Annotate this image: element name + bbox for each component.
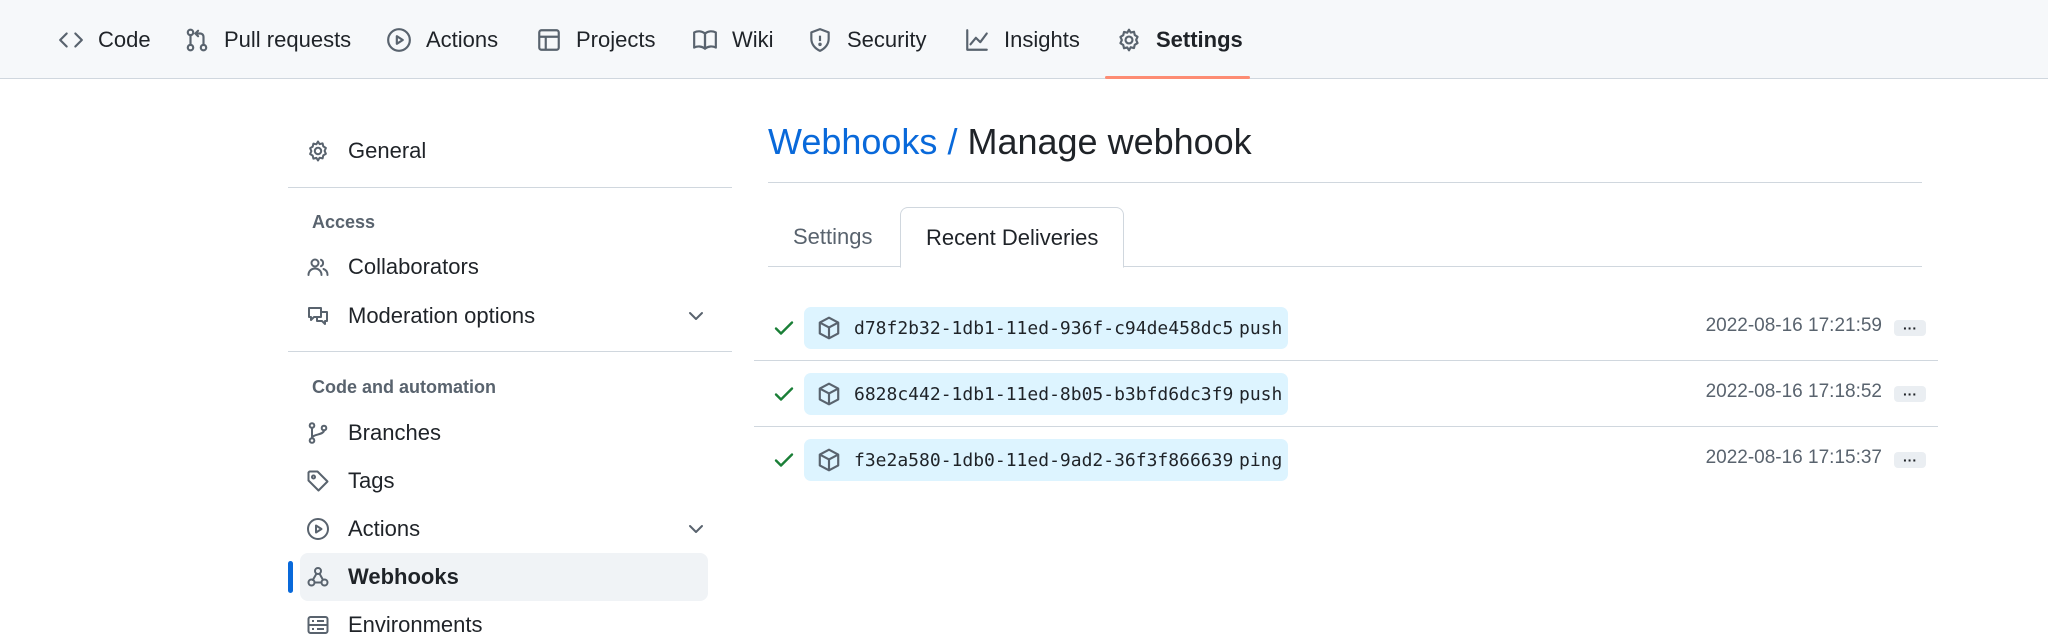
tab-pull-requests[interactable]: Pull requests — [184, 0, 351, 79]
sidebar-item-branches[interactable]: Branches — [300, 409, 708, 457]
package-icon — [818, 382, 840, 406]
more-button[interactable]: ··· — [1894, 386, 1926, 402]
code-icon — [59, 31, 83, 48]
settings-sidebar: General Access Collaborators Moderation … — [288, 79, 732, 642]
delivery-event: push — [1233, 307, 1289, 349]
tab-code[interactable]: Code — [58, 0, 151, 79]
page-title: Webhooks / Manage webhook — [768, 121, 1252, 163]
delivery-guid-text: f3e2a580-1db0-11ed-9ad2-36f3f8666394 — [854, 449, 1245, 471]
breadcrumb-webhooks[interactable]: Webhooks / — [768, 121, 957, 162]
check-icon — [774, 387, 794, 401]
tab-label: Wiki — [732, 26, 774, 52]
sidebar-item-actions[interactable]: Actions — [300, 505, 708, 553]
sidebar-item-webhooks[interactable]: Webhooks — [288, 553, 708, 601]
sidebar-divider — [288, 187, 732, 188]
tab-wiki[interactable]: Wiki — [692, 0, 774, 79]
more-button[interactable]: ··· — [1894, 452, 1926, 468]
table-icon — [538, 28, 560, 51]
sidebar-item-label: Tags — [348, 468, 395, 493]
delivery-row[interactable]: 6828c442-1db1-11ed-8b05-b3bfd6dc3f9c pus… — [754, 361, 1938, 427]
sidebar-item-label: Actions — [348, 516, 421, 541]
tab-label: Code — [98, 26, 151, 52]
sidebar-item-label: Collaborators — [348, 254, 479, 279]
sidebar-item-environments[interactable]: Environments — [300, 601, 708, 642]
delivery-time: 2022-08-16 17:15:37 — [1705, 447, 1882, 468]
webhook-tabs: Settings Recent Deliveries — [768, 207, 1922, 268]
sidebar-item-moderation-options[interactable]: Moderation options — [300, 292, 708, 340]
gear-icon — [1119, 28, 1139, 51]
server-icon — [307, 616, 329, 634]
sidebar-heading-code-and-automation: Code and automation — [312, 377, 496, 397]
gear-icon — [309, 140, 327, 162]
tab-webhook-settings[interactable]: Settings — [768, 207, 898, 267]
tab-recent-deliveries[interactable]: Recent Deliveries — [900, 207, 1125, 268]
delivery-guid[interactable]: f3e2a580-1db0-11ed-9ad2-36f3f8666394 — [804, 439, 1251, 481]
delivery-time: 2022-08-16 17:21:59 — [1705, 315, 1882, 336]
tag-icon — [307, 470, 329, 492]
git-pull-request-icon — [186, 28, 208, 51]
play-icon — [307, 518, 329, 540]
sidebar-heading-access: Access — [312, 212, 376, 232]
sidebar-item-general[interactable]: General — [300, 127, 708, 175]
play-icon — [387, 27, 411, 52]
package-icon — [818, 316, 840, 340]
delivery-event: ping — [1233, 439, 1289, 481]
tab-label: Pull requests — [224, 26, 352, 52]
sidebar-item-label: General — [348, 138, 427, 163]
graph-icon — [966, 28, 988, 51]
tab-insights[interactable]: Insights — [964, 0, 1080, 79]
more-button[interactable]: ··· — [1894, 320, 1926, 336]
tab-label: Settings — [1156, 26, 1243, 52]
people-icon — [307, 258, 329, 276]
page-title-text: Manage webhook — [967, 121, 1252, 162]
chevron-down-icon[interactable] — [684, 517, 708, 541]
tab-label: Security — [847, 26, 927, 52]
tab-security[interactable]: Security — [807, 0, 926, 79]
sidebar-item-label: Branches — [348, 420, 441, 445]
sidebar-divider — [288, 351, 732, 352]
main-content: Webhooks / Manage webhook Settings Recen… — [754, 79, 1938, 642]
sidebar-item-label: Moderation options — [348, 303, 536, 328]
delivery-event: push — [1233, 373, 1289, 415]
tab-label: Projects — [576, 26, 656, 52]
webhook-icon — [307, 567, 329, 587]
tab-actions[interactable]: Actions — [386, 0, 498, 79]
repo-nav: Code Pull requests Actions Projects Wiki… — [0, 0, 2048, 79]
tab-settings[interactable]: Settings — [1116, 0, 1243, 79]
delivery-row[interactable]: d78f2b32-1db1-11ed-936f-c94de458dc5e pus… — [754, 295, 1938, 361]
delivery-guid-text: d78f2b32-1db1-11ed-936f-c94de458dc5e — [854, 317, 1245, 339]
sidebar-item-label: Webhooks — [348, 564, 459, 589]
package-icon — [818, 448, 840, 472]
shield-icon — [810, 27, 830, 52]
sidebar-item-tags[interactable]: Tags — [300, 457, 708, 505]
comment-discussion-icon — [308, 307, 328, 325]
sidebar-item-label: Environments — [348, 612, 483, 637]
book-icon — [693, 29, 717, 50]
deliveries-list: d78f2b32-1db1-11ed-936f-c94de458dc5e pus… — [754, 295, 1938, 493]
delivery-row[interactable]: f3e2a580-1db0-11ed-9ad2-36f3f8666394 pin… — [754, 427, 1938, 493]
tab-projects[interactable]: Projects — [536, 0, 655, 79]
sidebar-item-collaborators[interactable]: Collaborators — [300, 243, 708, 291]
check-icon — [774, 453, 794, 467]
title-divider — [768, 182, 1922, 183]
delivery-guid-text: 6828c442-1db1-11ed-8b05-b3bfd6dc3f9c — [854, 383, 1245, 405]
tab-label: Insights — [1004, 26, 1080, 52]
delivery-guid[interactable]: 6828c442-1db1-11ed-8b05-b3bfd6dc3f9c — [804, 373, 1251, 415]
check-icon — [774, 321, 794, 335]
tab-label: Actions — [426, 26, 499, 52]
delivery-guid[interactable]: d78f2b32-1db1-11ed-936f-c94de458dc5e — [804, 307, 1251, 349]
delivery-time: 2022-08-16 17:18:52 — [1705, 381, 1882, 402]
chevron-down-icon[interactable] — [684, 304, 708, 328]
git-branch-icon — [308, 422, 328, 444]
